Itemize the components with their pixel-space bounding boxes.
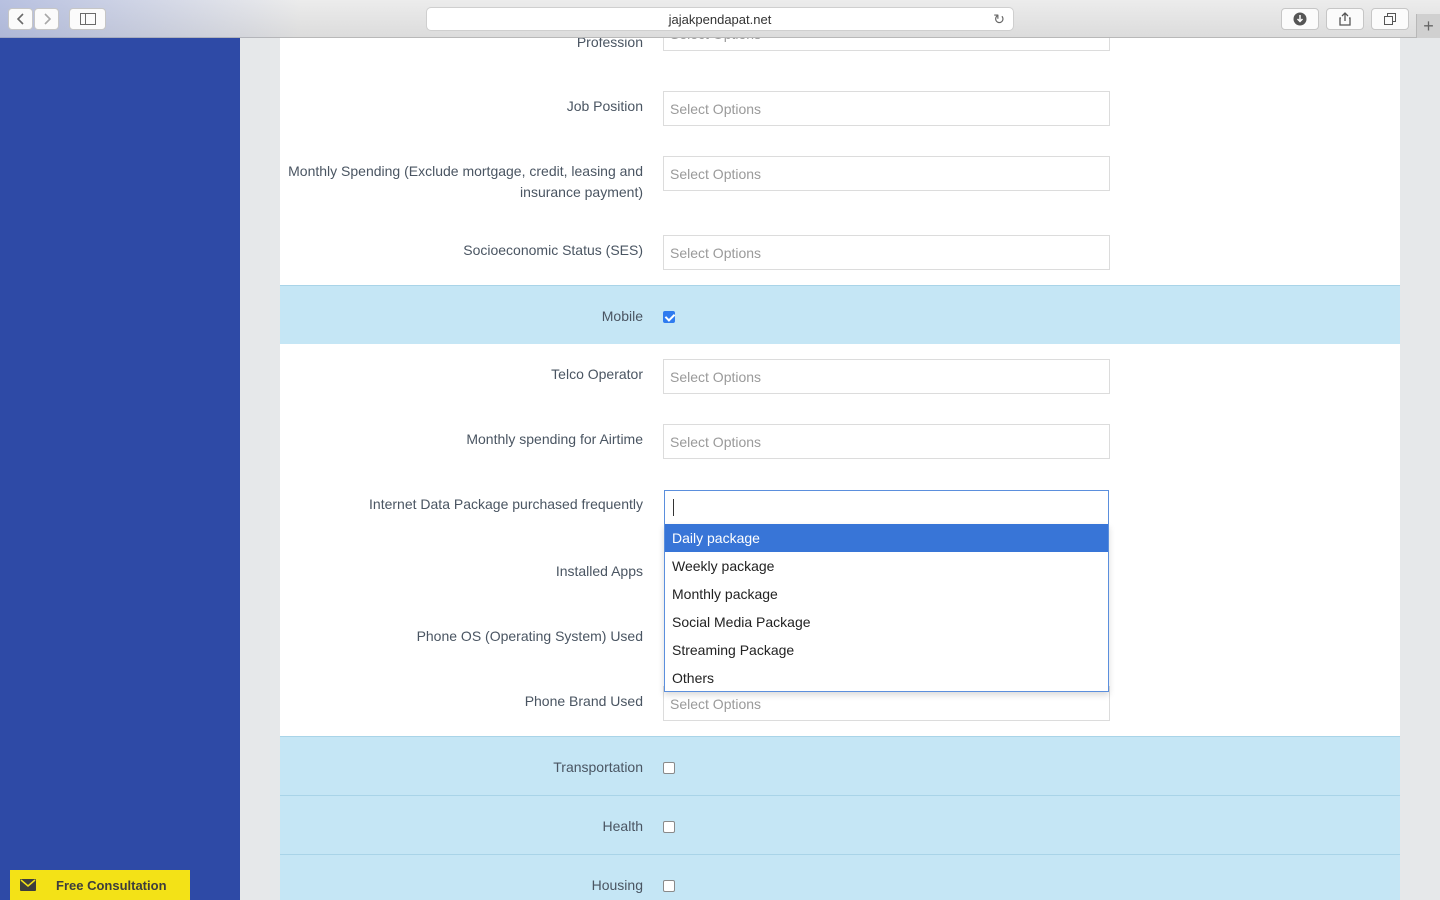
row-telco-operator: Telco Operator Select Options [280, 358, 1400, 408]
address-bar[interactable]: jajakpendapat.net ↻ [426, 7, 1014, 31]
label-installed-apps: Installed Apps [555, 563, 643, 579]
select-job-position[interactable]: Select Options [663, 91, 1110, 126]
forward-button[interactable] [34, 8, 59, 30]
row-airtime: Monthly spending for Airtime Select Opti… [280, 423, 1400, 473]
dropdown-option[interactable]: Streaming Package [665, 636, 1108, 664]
label-monthly-spending: Monthly Spending (Exclude mortgage, cred… [288, 163, 643, 200]
dropdown-option[interactable]: Monthly package [665, 580, 1108, 608]
envelope-icon [10, 870, 46, 900]
dropdown-option[interactable]: Social Media Package [665, 608, 1108, 636]
new-tab-button[interactable]: + [1416, 14, 1440, 38]
label-internet-package: Internet Data Package purchased frequent… [369, 496, 643, 512]
dropdown-option[interactable]: Daily package [665, 524, 1108, 552]
checkbox-mobile[interactable] [663, 311, 675, 323]
browser-toolbar: jajakpendapat.net ↻ + [0, 0, 1440, 38]
internet-package-search-input[interactable] [664, 490, 1109, 525]
select-monthly-spending[interactable]: Select Options [663, 156, 1110, 191]
row-job-position: Job Position Select Options [280, 90, 1400, 150]
checkbox-transportation[interactable] [663, 762, 675, 774]
label-phone-os: Phone OS (Operating System) Used [416, 628, 643, 644]
checkbox-housing[interactable] [663, 880, 675, 892]
share-icon [1339, 12, 1351, 26]
label-phone-brand: Phone Brand Used [524, 693, 643, 709]
sidebar-icon [79, 13, 96, 25]
tabs-overview-button[interactable] [1371, 8, 1409, 30]
chevron-left-icon [16, 13, 24, 25]
left-sidebar [0, 38, 240, 900]
section-mobile: Mobile [280, 285, 1400, 344]
page-gutter-right [1400, 38, 1440, 900]
sidebar-toggle-button[interactable] [69, 8, 106, 30]
url-text: jajakpendapat.net [668, 11, 772, 27]
internet-package-dropdown: Daily package Weekly package Monthly pac… [664, 524, 1109, 692]
label-transportation: Transportation [553, 759, 643, 775]
label-health: Health [602, 818, 643, 834]
chevron-right-icon [43, 13, 51, 25]
label-ses: Socioeconomic Status (SES) [463, 242, 643, 258]
dropdown-option[interactable]: Others [665, 664, 1108, 692]
plus-icon: + [1423, 15, 1434, 36]
row-monthly-spending: Monthly Spending (Exclude mortgage, cred… [280, 155, 1400, 225]
download-icon [1293, 12, 1307, 26]
select-telco-operator[interactable]: Select Options [663, 359, 1110, 394]
select-ses[interactable]: Select Options [663, 235, 1110, 270]
label-airtime: Monthly spending for Airtime [466, 431, 643, 447]
tabs-icon [1384, 13, 1396, 25]
page-gutter-left [240, 38, 280, 900]
label-job-position: Job Position [566, 98, 643, 114]
label-mobile: Mobile [601, 308, 643, 324]
share-button[interactable] [1326, 8, 1364, 30]
row-phone-brand: Phone Brand Used Select Options [280, 685, 1400, 735]
select-profession[interactable]: Select Options [663, 38, 1110, 51]
label-telco-operator: Telco Operator [551, 366, 643, 382]
downloads-button[interactable] [1281, 8, 1319, 30]
text-caret [673, 499, 674, 516]
section-health: Health [280, 795, 1400, 854]
dropdown-option[interactable]: Weekly package [665, 552, 1108, 580]
free-consultation-label: Free Consultation [56, 877, 167, 893]
section-housing: Housing [280, 854, 1400, 900]
label-housing: Housing [591, 877, 643, 893]
label-profession: Profession [576, 38, 643, 50]
free-consultation-button[interactable]: Free Consultation [10, 870, 190, 900]
survey-form: Profession Select Options Job Position S… [280, 38, 1400, 900]
back-button[interactable] [8, 8, 33, 30]
row-ses: Socioeconomic Status (SES) Select Option… [280, 234, 1400, 284]
reload-icon[interactable]: ↻ [993, 11, 1005, 28]
row-profession: Profession Select Options [280, 38, 1400, 88]
select-airtime[interactable]: Select Options [663, 424, 1110, 459]
section-transportation: Transportation [280, 736, 1400, 795]
checkbox-health[interactable] [663, 821, 675, 833]
